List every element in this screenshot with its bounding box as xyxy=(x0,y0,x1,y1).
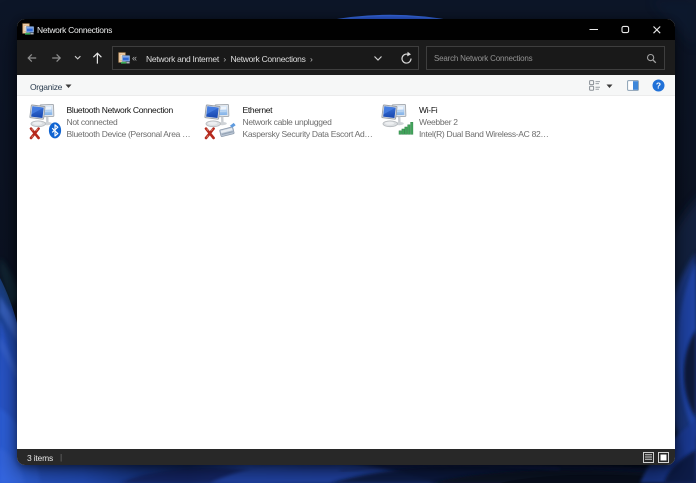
svg-text:?: ? xyxy=(656,80,661,90)
